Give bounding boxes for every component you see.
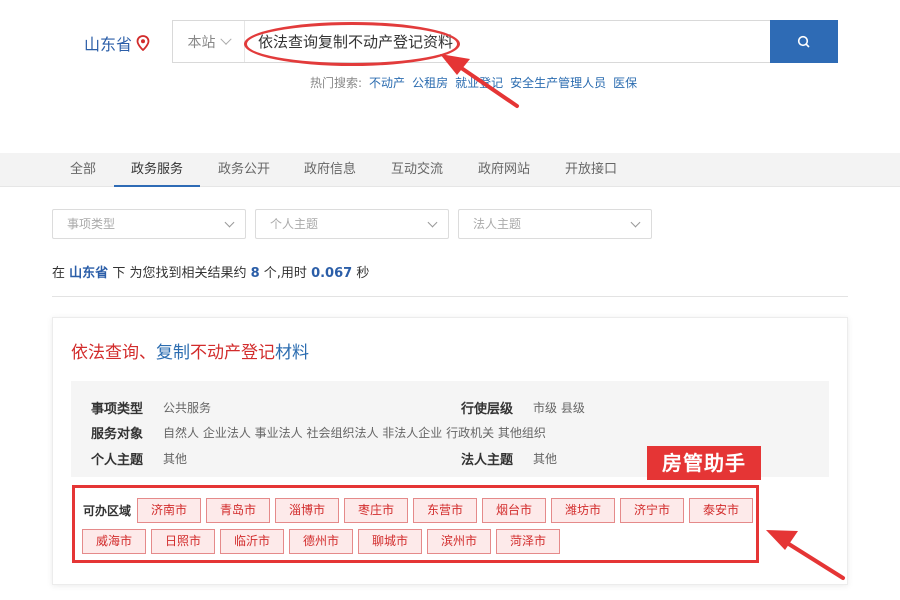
field-value: 公共服务: [163, 401, 212, 415]
city-tag[interactable]: 滨州市: [427, 529, 491, 554]
field-value: 其他: [533, 452, 558, 466]
chevron-down-icon: [224, 217, 235, 228]
result-title-link[interactable]: 依法查询、复制不动产登记材料: [71, 338, 309, 363]
tab-government-info[interactable]: 政府信息: [296, 153, 364, 187]
title-part: 依法查询: [71, 343, 139, 363]
service-area: 可办区域 济南市 青岛市 淄博市 枣庄市 东营市 烟台市 潍坊市 济宁市 泰安市…: [72, 485, 759, 563]
tab-interaction[interactable]: 互动交流: [383, 153, 451, 187]
city-tag[interactable]: 淄博市: [275, 498, 339, 523]
hot-label: 热门搜索:: [310, 76, 363, 90]
filter-personal-topic[interactable]: 个人主题: [255, 209, 449, 239]
chevron-down-icon: [427, 217, 438, 228]
search-icon: [797, 35, 810, 48]
search-button[interactable]: [770, 20, 838, 63]
city-tag[interactable]: 烟台市: [482, 498, 546, 523]
city-tag[interactable]: 菏泽市: [496, 529, 560, 554]
title-part: 材料: [275, 343, 309, 363]
hot-link[interactable]: 公租房: [412, 76, 448, 90]
result-region: 山东省: [69, 266, 109, 281]
tab-all[interactable]: 全部: [62, 153, 104, 187]
filter-placeholder: 事项类型: [67, 217, 116, 231]
hot-link[interactable]: 不动产: [369, 76, 405, 90]
region-name: 山东省: [84, 35, 133, 54]
hot-link[interactable]: 安全生产管理人员: [510, 76, 606, 90]
city-tag[interactable]: 济宁市: [620, 498, 684, 523]
field-label: 个人主题: [91, 453, 144, 468]
field-value: 其他: [163, 452, 188, 466]
result-mid2: 个,用时: [263, 266, 307, 281]
city-tag[interactable]: 临沂市: [220, 529, 284, 554]
filter-item-type[interactable]: 事项类型: [52, 209, 246, 239]
tab-open-api[interactable]: 开放接口: [557, 153, 625, 187]
field-label: 事项类型: [91, 402, 144, 417]
city-tag[interactable]: 聊城市: [358, 529, 422, 554]
result-time: 0.067: [311, 266, 353, 281]
city-tag[interactable]: 济南市: [137, 498, 201, 523]
title-part: 、: [139, 343, 156, 363]
filter-placeholder: 法人主题: [473, 217, 522, 231]
title-part: 复制: [156, 343, 190, 363]
result-post: 秒: [356, 266, 370, 281]
result-pre: 在: [52, 266, 66, 281]
area-label: 可办区域: [83, 504, 132, 518]
result-mid: 下 为您找到相关结果约: [112, 266, 247, 281]
badge-label: 房管助手: [647, 446, 761, 480]
hot-link[interactable]: 就业登记: [455, 76, 503, 90]
city-tag[interactable]: 泰安市: [689, 498, 753, 523]
region-selector[interactable]: 山东省: [84, 31, 150, 55]
scope-label: 本站: [187, 34, 216, 51]
city-tag[interactable]: 枣庄市: [344, 498, 408, 523]
hot-searches: 热门搜索: 不动产 公租房 就业登记 安全生产管理人员 医保: [310, 74, 637, 91]
field-value: 自然人 企业法人 事业法人 社会组织法人 非法人企业 行政机关 其他组织: [163, 426, 546, 440]
city-tag[interactable]: 东营市: [413, 498, 477, 523]
field-value: 市级 县级: [533, 401, 585, 415]
filter-placeholder: 个人主题: [270, 217, 319, 231]
hot-link[interactable]: 医保: [613, 76, 637, 90]
tab-bar: 全部 政务服务 政务公开 政府信息 互动交流 政府网站 开放接口: [0, 153, 900, 187]
search-input[interactable]: [245, 21, 770, 62]
location-pin-icon: [136, 35, 150, 51]
tab-government-services[interactable]: 政务服务: [114, 153, 200, 187]
divider: [52, 296, 848, 297]
city-tag[interactable]: 威海市: [82, 529, 146, 554]
result-summary: 在 山东省 下 为您找到相关结果约 8 个,用时 0.067 秒: [52, 262, 369, 281]
city-tag[interactable]: 青岛市: [206, 498, 270, 523]
chevron-down-icon: [219, 33, 232, 45]
title-part: 不动产登记: [190, 343, 275, 363]
page: 山东省 本站 热门搜索: 不动产公租房就业登记安全生产管理人员医保 全部 政务服务…: [0, 0, 900, 600]
search-bar: 本站: [172, 20, 838, 63]
scope-dropdown[interactable]: 本站: [173, 21, 245, 62]
result-count: 8: [250, 266, 260, 281]
city-tag[interactable]: 德州市: [289, 529, 353, 554]
field-label: 服务对象: [91, 427, 144, 442]
chevron-down-icon: [630, 217, 641, 228]
field-label: 法人主题: [461, 453, 514, 468]
tab-government-affairs[interactable]: 政务公开: [210, 153, 278, 187]
city-tag[interactable]: 日照市: [151, 529, 215, 554]
filter-legal-topic[interactable]: 法人主题: [458, 209, 652, 239]
city-tag[interactable]: 潍坊市: [551, 498, 615, 523]
tab-government-websites[interactable]: 政府网站: [470, 153, 538, 187]
field-label: 行使层级: [461, 402, 514, 417]
